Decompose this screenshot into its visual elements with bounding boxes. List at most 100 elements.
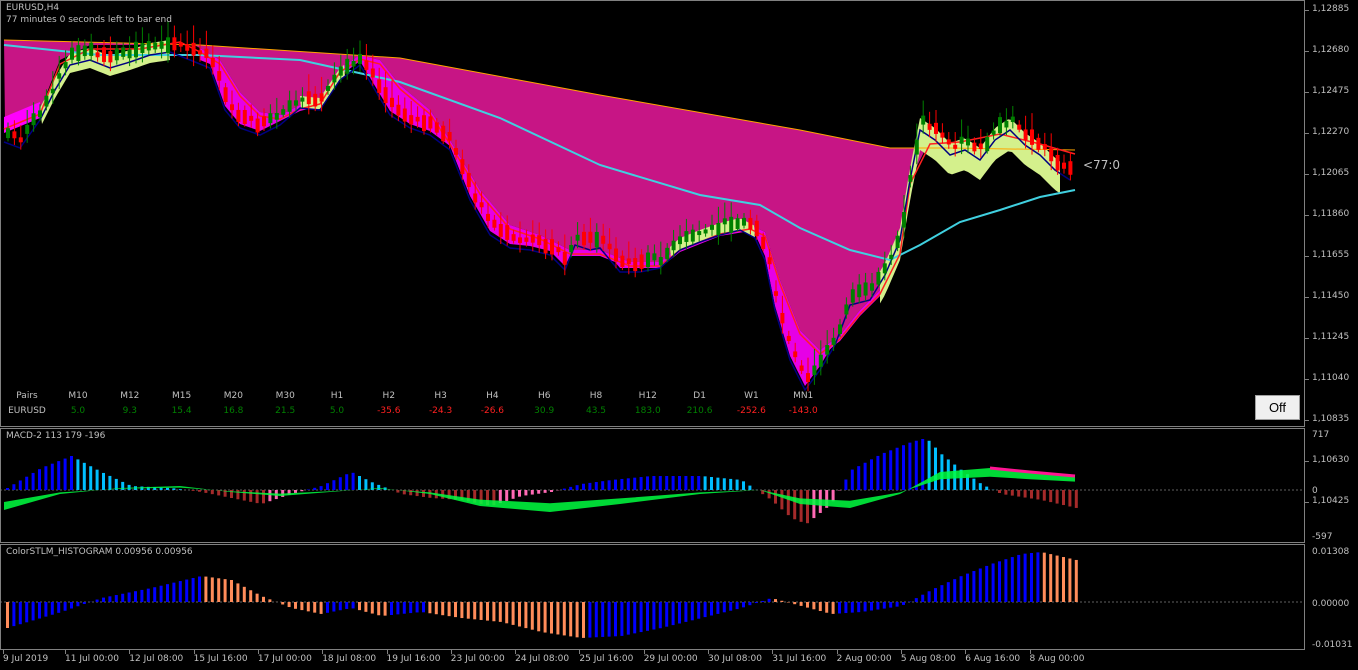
time-axis-tick	[257, 650, 259, 654]
price-tick	[1305, 379, 1309, 380]
stlm-bar	[473, 602, 477, 620]
candle-body	[332, 74, 337, 83]
stlm-bar	[12, 602, 16, 627]
time-axis-tick	[579, 650, 581, 654]
candle-body	[671, 240, 676, 251]
time-axis-tick	[129, 650, 131, 654]
stlm-bar	[806, 602, 809, 608]
stlm-scale-label: 0.00000	[1312, 599, 1350, 609]
macd-bar	[697, 476, 701, 490]
price-chart[interactable]	[0, 0, 1305, 427]
stlm-bar	[492, 602, 496, 622]
candle-body	[466, 173, 471, 188]
timeframe-value-h4: -26.6	[480, 406, 505, 416]
timeframe-label-m30: M30	[275, 391, 295, 401]
candle-body	[895, 235, 900, 249]
macd-bar	[6, 488, 9, 490]
stlm-bar	[870, 602, 873, 611]
candle-body	[550, 239, 554, 255]
stlm-pane[interactable]	[0, 544, 1305, 650]
price-tick	[1305, 215, 1309, 216]
macd-pane[interactable]	[0, 428, 1305, 543]
candle-body	[863, 282, 868, 296]
macd-bar	[25, 476, 29, 490]
candle-body	[703, 229, 708, 234]
candle-body	[646, 252, 650, 268]
candle-body	[543, 238, 548, 254]
macd-bar	[127, 484, 131, 490]
stlm-bar	[889, 602, 893, 608]
time-axis-tick	[65, 650, 66, 654]
macd-bar	[210, 490, 214, 495]
timeframe-value-m30: 21.5	[275, 406, 296, 416]
price-tick-label: 1,12475	[1312, 86, 1350, 96]
macd-scale-label: 0	[1312, 486, 1318, 496]
stlm-bar	[562, 602, 566, 636]
stlm-bar	[345, 602, 349, 609]
candle-body	[626, 258, 631, 265]
macd-bar	[364, 479, 368, 490]
price-scale[interactable]: 1,12885 1,12680 1,12475 1,12270 1,12065 1,118…	[1306, 0, 1358, 506]
stlm-bar	[857, 602, 861, 613]
timeframe-label-w1: W1	[744, 391, 759, 401]
candle-body	[524, 237, 529, 242]
macd-bar	[1042, 490, 1046, 501]
stlm-bar	[114, 595, 118, 602]
macd-bar	[63, 458, 67, 490]
candle-body	[780, 312, 785, 324]
candle-body	[70, 47, 74, 60]
macd-bar	[1023, 490, 1027, 498]
time-axis-label: 24 Jul 08:00	[515, 654, 570, 664]
time-axis-tick	[1029, 650, 1031, 654]
macd-bar	[985, 486, 989, 490]
candle-body	[249, 115, 254, 121]
stlm-bar	[358, 602, 361, 611]
macd-bar	[786, 490, 790, 516]
cloud-slow	[4, 40, 1075, 350]
stlm-bar	[102, 597, 105, 602]
macd-bar	[358, 476, 361, 490]
candle-body	[601, 235, 606, 244]
stlm-bar	[223, 579, 227, 602]
pair-symbol: EURUSD	[8, 406, 46, 416]
cloud-bull-3	[880, 118, 1060, 304]
stlm-bar	[121, 593, 125, 602]
candle-body	[127, 49, 132, 59]
stlm-bar	[594, 602, 598, 638]
macd-bar	[908, 442, 912, 490]
stlm-bar	[191, 578, 195, 602]
price-tick-label: 1,10835	[1312, 414, 1350, 424]
stlm-bar	[582, 602, 585, 638]
stlm-bar	[409, 602, 413, 614]
stlm-bar	[185, 579, 189, 602]
stlm-bar	[454, 602, 457, 618]
candle-body	[454, 148, 458, 155]
candle-body	[140, 43, 145, 53]
stlm-bar	[178, 581, 182, 602]
time-axis-label: 9 Jul 2019	[3, 654, 49, 664]
stlm-bar	[281, 602, 285, 605]
candle-body	[972, 142, 977, 152]
stlm-bar	[780, 600, 784, 602]
stlm-bar	[978, 568, 982, 602]
price-tick-label: 1,11450	[1312, 291, 1350, 301]
macd-bar	[1055, 490, 1059, 504]
stlm-bar	[396, 602, 400, 615]
macd-bar	[1068, 490, 1072, 507]
stlm-bar	[1074, 559, 1078, 602]
stlm-bar	[876, 602, 880, 610]
candle-body	[537, 235, 542, 246]
candle-body	[383, 87, 388, 104]
stlm-bar	[18, 602, 22, 625]
candle-body	[178, 42, 183, 47]
stlm-bar	[575, 602, 579, 638]
stlm-bar	[140, 589, 144, 602]
off-button[interactable]: Off	[1255, 395, 1300, 420]
stlm-bar	[326, 602, 329, 613]
stlm-bar	[50, 602, 54, 615]
timeframe-value-h1: 5.0	[329, 406, 345, 416]
macd-bar	[338, 477, 342, 490]
main-chart-pane[interactable]	[0, 0, 1305, 427]
price-tick	[1305, 297, 1309, 298]
stlm-bar	[614, 602, 617, 637]
